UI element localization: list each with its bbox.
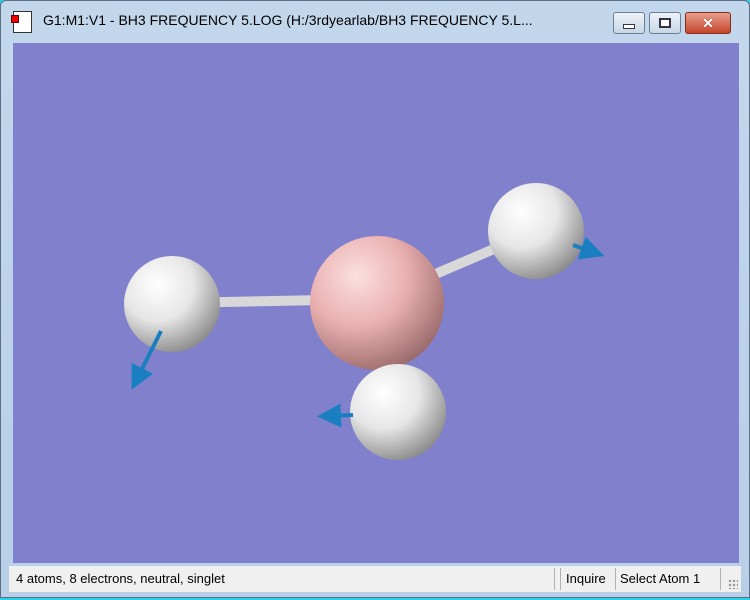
hydrogen-atom-3[interactable] bbox=[350, 364, 446, 460]
resize-grip-icon[interactable] bbox=[728, 579, 738, 589]
divider bbox=[615, 568, 616, 590]
window-title: G1:M1:V1 - BH3 FREQUENCY 5.LOG (H:/3rdye… bbox=[43, 12, 533, 28]
application-window: G1:M1:V1 - BH3 FREQUENCY 5.LOG (H:/3rdye… bbox=[0, 0, 750, 598]
maximize-icon bbox=[659, 18, 671, 28]
maximize-button[interactable] bbox=[649, 12, 681, 34]
vector-arrow-icon bbox=[317, 403, 354, 428]
minimize-icon bbox=[623, 23, 635, 29]
minimize-button[interactable] bbox=[613, 12, 645, 34]
molecule-canvas[interactable] bbox=[13, 43, 739, 563]
action-indicator: Select Atom 1 bbox=[620, 571, 701, 586]
hydrogen-atom-2[interactable] bbox=[488, 183, 584, 279]
molecule-info: 4 atoms, 8 electrons, neutral, singlet bbox=[16, 571, 225, 586]
close-button[interactable]: ✕ bbox=[685, 12, 731, 34]
document-icon[interactable] bbox=[11, 11, 32, 33]
divider bbox=[554, 568, 555, 590]
divider bbox=[720, 568, 721, 590]
hydrogen-atom-1[interactable] bbox=[124, 256, 220, 352]
divider bbox=[560, 568, 561, 590]
close-icon: ✕ bbox=[702, 15, 714, 31]
mode-indicator: Inquire bbox=[566, 571, 606, 586]
boron-atom[interactable] bbox=[310, 236, 444, 370]
status-bar: 4 atoms, 8 electrons, neutral, singlet I… bbox=[9, 566, 741, 592]
molecule-viewport[interactable] bbox=[13, 43, 739, 563]
title-bar[interactable]: G1:M1:V1 - BH3 FREQUENCY 5.LOG (H:/3rdye… bbox=[1, 1, 749, 41]
